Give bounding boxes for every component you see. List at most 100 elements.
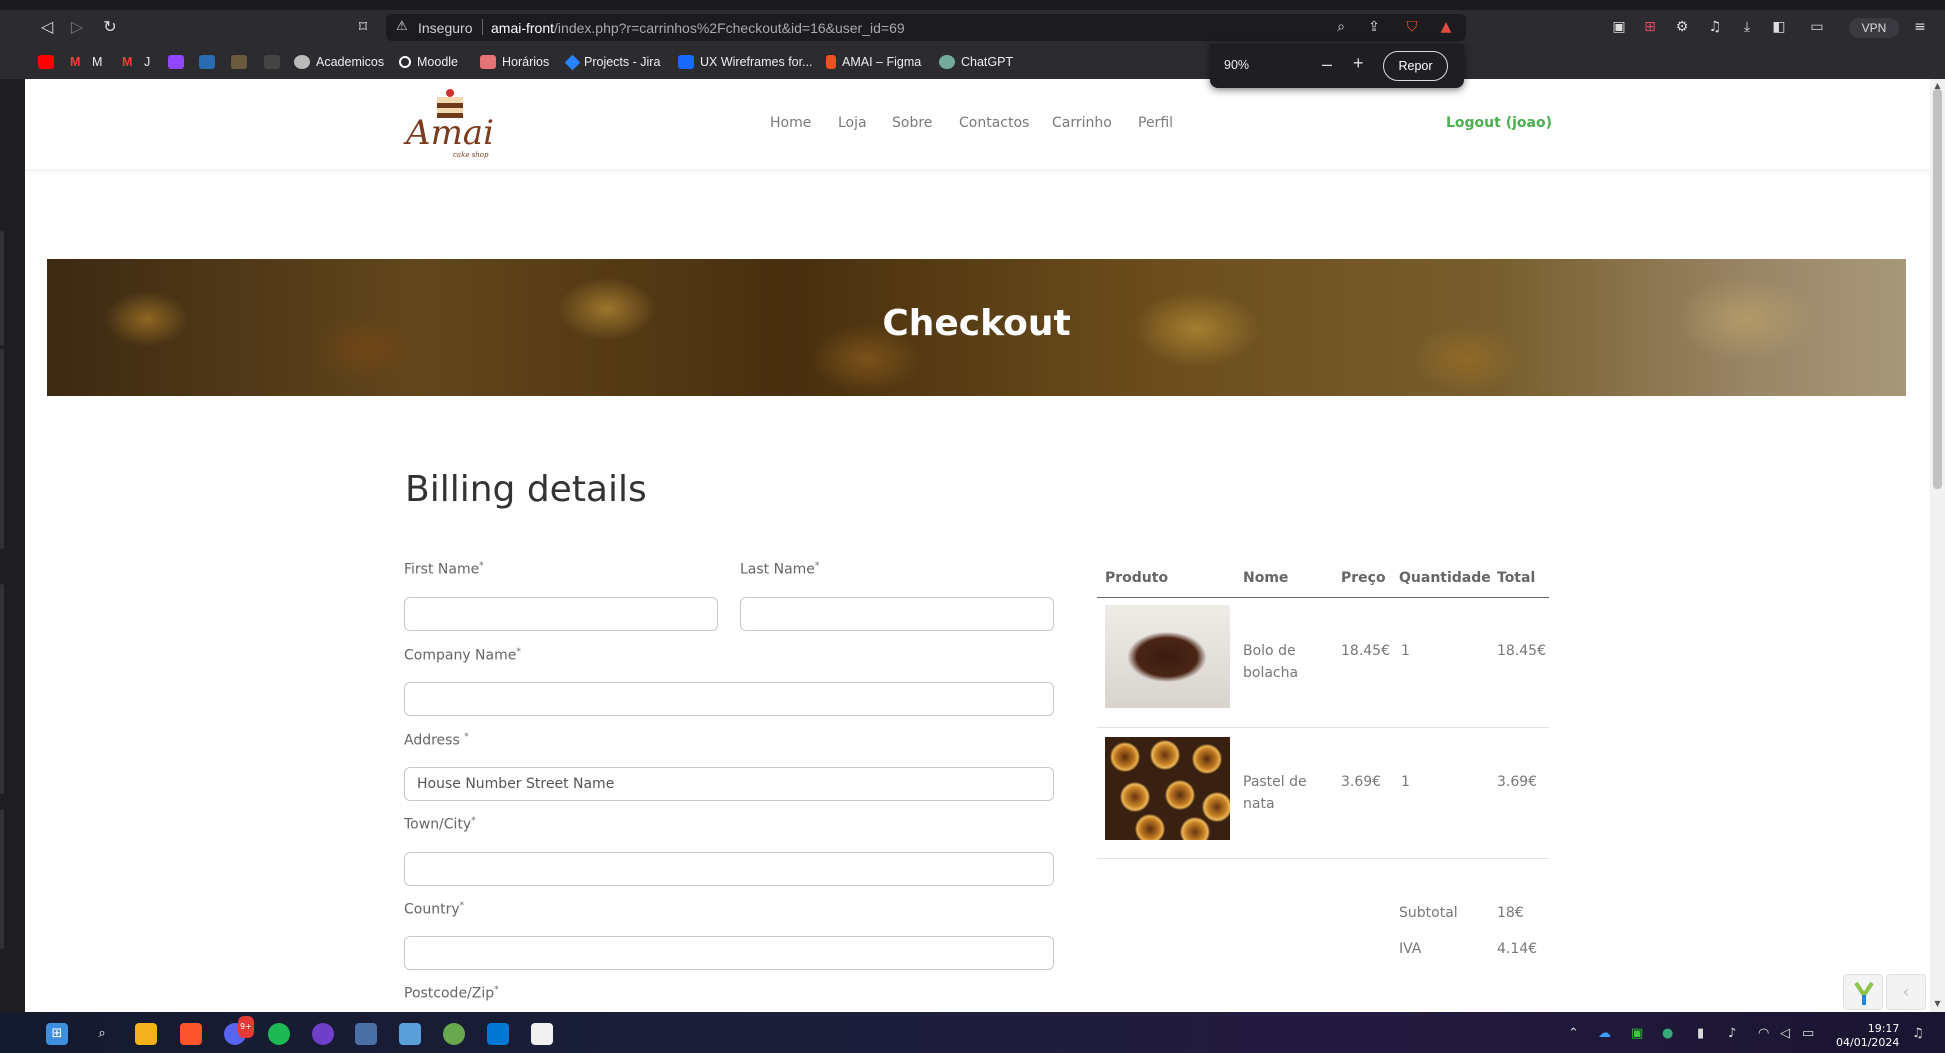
zoom-icon[interactable]: ⌕ [1332, 18, 1350, 36]
screenshot-icon[interactable]: ▣ [1610, 18, 1628, 36]
share-icon[interactable]: ⇪ [1365, 18, 1383, 36]
file-explorer-icon[interactable] [135, 1023, 157, 1045]
bookmark-moodle[interactable]: Moodle [399, 53, 458, 71]
bookmark-academicos[interactable]: Academicos [294, 53, 384, 71]
scroll-down-icon[interactable]: ▼ [1932, 999, 1943, 1008]
app-tray-icon[interactable]: ▣ [1631, 1026, 1643, 1041]
bookmark-jira[interactable]: Projects - Jira [564, 53, 660, 71]
bookmark-icon[interactable]: ⌑ [352, 16, 374, 38]
warning-icon[interactable]: ⚠ [396, 19, 408, 34]
country-input[interactable] [404, 936, 1054, 970]
sidebar-icon[interactable]: ◧ [1770, 18, 1788, 36]
microphone-icon[interactable]: ♪ [1728, 1026, 1736, 1041]
first-name-input[interactable] [404, 597, 718, 631]
bookmark-twitch[interactable] [168, 53, 184, 71]
nav-carrinho[interactable]: Carrinho [1052, 115, 1112, 131]
brand-logo[interactable]: Amai cake shop [405, 89, 495, 161]
reload-icon[interactable]: ↻ [99, 16, 121, 38]
bookmark-chatgpt[interactable]: ChatGPT [939, 53, 1013, 71]
col-header-nome: Nome [1243, 570, 1289, 586]
scrollbar-thumb[interactable] [1933, 89, 1942, 489]
wallet-icon[interactable]: ▭ [1808, 18, 1826, 36]
gmail-icon: M [122, 55, 133, 69]
chatgpt-icon [939, 55, 955, 69]
usb-icon[interactable]: ▮ [1697, 1026, 1704, 1041]
zoom-out-button[interactable]: – [1322, 54, 1332, 75]
github-desktop-icon[interactable] [312, 1023, 334, 1045]
subtotal-value: 18€ [1497, 905, 1524, 921]
address-input[interactable]: House Number Street Name [404, 767, 1054, 801]
nav-contactos[interactable]: Contactos [959, 115, 1029, 131]
download-icon[interactable]: ⤓ [1738, 18, 1756, 36]
logout-link[interactable]: Logout (joao) [1446, 115, 1552, 131]
spotify-icon[interactable] [268, 1023, 290, 1045]
wifi-icon[interactable]: ◠ [1758, 1026, 1769, 1041]
page-scrollbar[interactable]: ▲ ▼ [1930, 79, 1945, 1012]
remote-desktop-icon[interactable] [399, 1023, 421, 1045]
row-divider [1097, 858, 1549, 859]
notifications-icon[interactable]: ♫ [1912, 1026, 1924, 1041]
bookmark-horarios[interactable]: Horários [480, 53, 549, 71]
required-mark: * [459, 901, 465, 911]
zoom-in-button[interactable]: + [1353, 53, 1364, 74]
brave-browser-icon[interactable] [180, 1023, 202, 1045]
search-icon[interactable]: ⌕ [91, 1023, 113, 1045]
tab-strip[interactable] [0, 0, 1945, 10]
product-image-pastel[interactable] [1105, 737, 1230, 840]
app-icon[interactable] [443, 1023, 465, 1045]
discord-icon[interactable]: 9+ [224, 1016, 254, 1045]
company-input[interactable] [404, 682, 1054, 716]
side-panel-tab[interactable] [0, 809, 4, 949]
url-text[interactable]: amai-front/index.php?r=carrinhos%2Fcheck… [491, 20, 905, 36]
debug-toolbar-button[interactable] [1843, 974, 1883, 1010]
required-mark: * [464, 732, 469, 742]
side-panel-tab[interactable] [0, 584, 4, 794]
youtube-icon [38, 55, 54, 69]
bookmark-label: Academicos [316, 55, 385, 69]
product-name: Bolo de bolacha [1243, 640, 1298, 684]
product-image-bolo[interactable] [1105, 605, 1230, 708]
store-icon[interactable] [531, 1023, 553, 1045]
zoom-reset-button[interactable]: Repor [1383, 51, 1448, 81]
insecure-label[interactable]: Inseguro [418, 20, 472, 36]
back-icon[interactable]: ◁ [36, 16, 58, 38]
tray-chevron-icon[interactable]: ⌃ [1568, 1026, 1579, 1041]
bookmark-behance[interactable]: UX Wireframes for... [678, 53, 813, 71]
nav-loja[interactable]: Loja [838, 115, 867, 131]
bookmark-app[interactable] [199, 53, 215, 71]
bookmark-gmail-m[interactable]: MM [70, 53, 102, 71]
last-name-input[interactable] [740, 597, 1054, 631]
system-clock[interactable]: 19:17 04/01/2024 [1836, 1022, 1899, 1050]
vscode-icon[interactable] [487, 1023, 509, 1045]
nav-perfil[interactable]: Perfil [1138, 115, 1173, 131]
onedrive-icon[interactable]: ☁ [1598, 1026, 1611, 1041]
forward-icon[interactable]: ▷ [66, 16, 88, 38]
ide-icon[interactable] [355, 1023, 377, 1045]
windows-start-icon[interactable]: ⊞ [46, 1023, 68, 1045]
bookmark-cc[interactable] [231, 53, 247, 71]
side-panel-tab[interactable] [0, 231, 4, 346]
volume-icon[interactable]: ◁ [1780, 1026, 1790, 1041]
extension-red-icon[interactable]: ⊞ [1641, 18, 1659, 36]
nav-home[interactable]: Home [770, 115, 811, 131]
town-label: Town/City* [404, 816, 476, 833]
battery-icon[interactable]: ▭ [1802, 1026, 1814, 1041]
app-tray-icon[interactable]: ● [1662, 1026, 1673, 1041]
side-panel-tab[interactable] [0, 349, 4, 549]
collapse-arrow-icon[interactable]: ‹ [1886, 974, 1926, 1010]
bookmark-app2[interactable] [264, 53, 280, 71]
bookmark-gmail-j[interactable]: MJ [122, 53, 150, 71]
brave-shield-icon[interactable]: ⛉ [1403, 18, 1421, 36]
bookmark-youtube[interactable] [38, 53, 54, 71]
bookmark-figma[interactable]: AMAI – Figma [826, 53, 921, 71]
bookmark-label: Horários [502, 55, 550, 69]
vpn-button[interactable]: VPN [1849, 18, 1899, 38]
town-input[interactable] [404, 852, 1054, 886]
brave-rewards-icon[interactable]: ▲ [1437, 18, 1455, 36]
name-line: bolacha [1243, 665, 1299, 681]
checkout-banner: Checkout [47, 259, 1906, 396]
media-icon[interactable]: ♫ [1706, 18, 1724, 36]
nav-sobre[interactable]: Sobre [892, 115, 932, 131]
menu-icon[interactable]: ≡ [1911, 18, 1929, 36]
extensions-icon[interactable]: ⚙ [1673, 18, 1691, 36]
